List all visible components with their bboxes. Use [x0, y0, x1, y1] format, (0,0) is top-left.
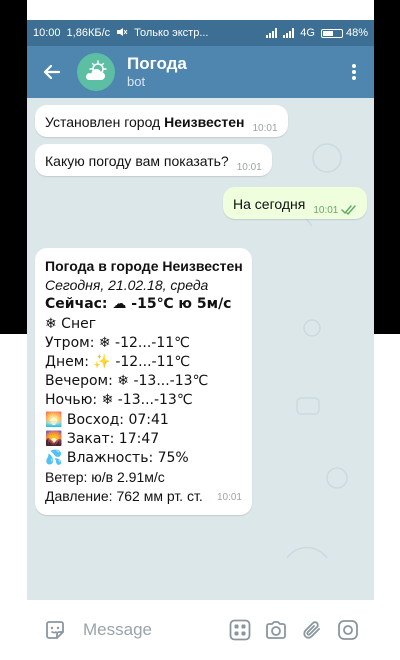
avatar[interactable] [77, 53, 115, 91]
message-time: 10:01 [216, 492, 242, 504]
chat-title-block[interactable]: Погода bot [127, 54, 334, 90]
message-bubble[interactable]: Какую погоду вам показать? 10:01 [35, 144, 272, 176]
attach-button[interactable] [294, 612, 330, 648]
message-text: Установлен город [45, 114, 165, 130]
message-input-bar: Message [27, 600, 374, 660]
status-time: 10:00 [33, 27, 61, 39]
back-arrow-icon [43, 64, 61, 80]
weather-morning: Утром: ❄ -12...-11℃ [45, 334, 190, 351]
chat-subtitle: bot [127, 74, 146, 89]
signal-icon-2 [283, 28, 295, 38]
double-check-icon [341, 205, 357, 215]
more-vertical-icon [352, 64, 356, 80]
sticker-smile-icon [46, 621, 64, 639]
status-network: 4G [300, 27, 315, 39]
status-speed: 1,86КБ/с [66, 27, 111, 39]
weather-report-bubble[interactable]: Погода в городе Неизвестен Сегодня, 21.0… [35, 248, 252, 515]
weather-night: Ночью: ❄ -13...-13℃ [45, 392, 193, 409]
message-text-bold: Неизвестен [164, 114, 245, 130]
weather-humidity: 💦 Влажность: 75% [45, 450, 189, 467]
more-options-button[interactable] [334, 46, 374, 98]
weather-wind: Ветер: ю/в 2.91м/с [45, 469, 165, 486]
weather-cloud-sun-icon [86, 60, 107, 80]
message-time: 10:01 [252, 123, 278, 134]
instant-camera-button[interactable] [330, 612, 366, 648]
back-button[interactable] [27, 46, 77, 98]
weather-day: Днем: ✨ -12...-11℃ [45, 354, 191, 371]
weather-now: Сейчас: ☁ -15℃ ю 5м/с [45, 296, 232, 313]
message-bubble[interactable]: Установлен город Неизвестен 10:01 [35, 105, 288, 137]
instagram-camera-icon [338, 620, 358, 640]
mute-icon [116, 27, 128, 40]
app-bar: Погода bot [27, 46, 374, 98]
signal-icon-1 [266, 28, 278, 38]
weather-title: Погода в городе Неизвестен [45, 258, 243, 274]
camera-icon [266, 621, 286, 639]
message-input[interactable]: Message [73, 620, 222, 640]
outgoing-message-bubble[interactable]: На сегодня 10:01 [223, 187, 368, 219]
message-text: Какую погоду вам показать? [45, 153, 229, 169]
bot-keyboard-button[interactable] [222, 612, 258, 648]
left-edge [0, 0, 27, 334]
weather-pressure: Давление: 762 мм рт. ст. [45, 488, 203, 505]
battery-icon: 48% [320, 27, 368, 39]
right-edge [374, 0, 400, 334]
status-sim: Только экстр... [134, 27, 209, 39]
message-time: 10:01 [236, 162, 262, 173]
weather-evening: Вечером: ❄ -13...-13℃ [45, 373, 209, 390]
message-time: 10:01 [313, 205, 339, 216]
message-text: На сегодня [233, 196, 306, 212]
weather-sunset: 🌄 Закат: 17:47 [45, 430, 160, 447]
chat-area: Установлен город Неизвестен 10:01 Какую … [27, 98, 374, 608]
chat-title: Погода [127, 54, 187, 73]
battery-percent: 48% [345, 27, 368, 39]
status-bar: 10:00 1,86КБ/с Только экстр... 4G 48% [27, 20, 374, 46]
weather-condition: ❄ Снег [45, 315, 97, 332]
paperclip-icon [303, 621, 320, 639]
weather-sunrise: 🌅 Восход: 07:41 [45, 411, 169, 428]
weather-date: Сегодня, 21.02.18, среда [45, 277, 209, 294]
emoji-button[interactable] [37, 612, 73, 648]
keyboard-grid-icon [229, 619, 251, 641]
phone-screen: 10:00 1,86КБ/с Только экстр... 4G 48% По… [27, 20, 374, 660]
camera-button[interactable] [258, 612, 294, 648]
